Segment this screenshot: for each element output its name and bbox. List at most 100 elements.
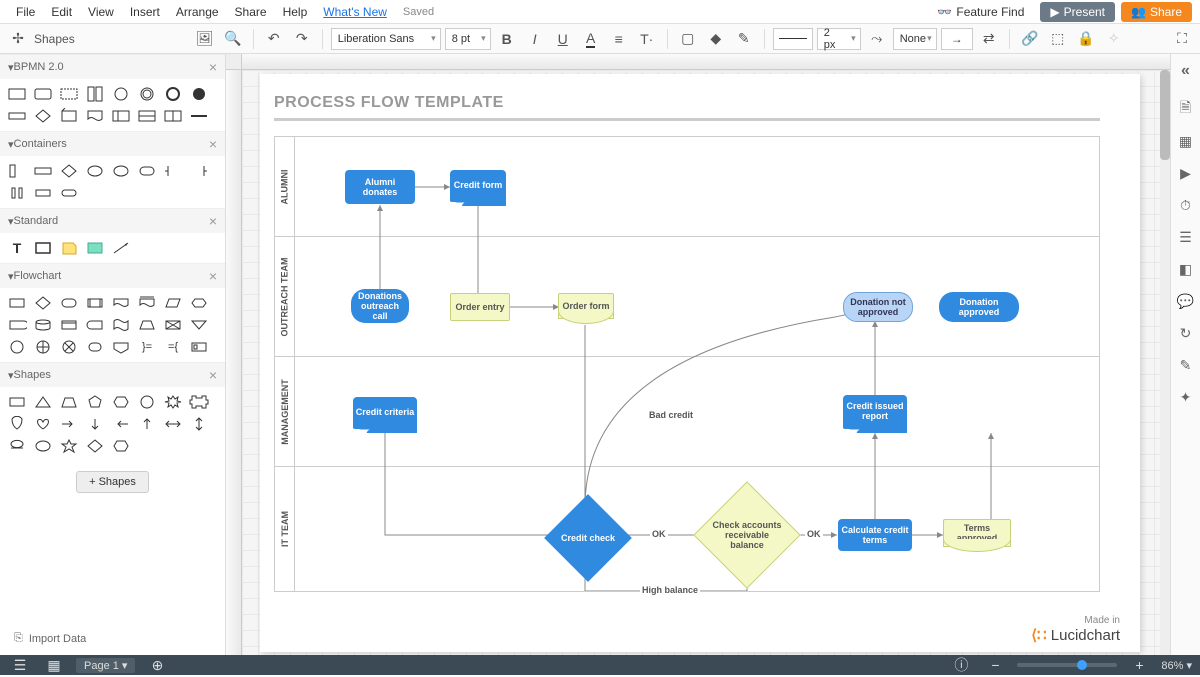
zoom-thumb[interactable]	[1077, 660, 1087, 670]
shape-item[interactable]	[84, 162, 106, 180]
shape-item[interactable]	[6, 393, 28, 411]
text-color-button[interactable]: A	[579, 27, 603, 51]
shape-item[interactable]	[6, 107, 28, 125]
shape-item[interactable]	[58, 338, 80, 356]
shape-item[interactable]	[84, 316, 106, 334]
shape-item[interactable]	[110, 316, 132, 334]
shape-item[interactable]	[6, 162, 28, 180]
close-icon[interactable]: ×	[209, 59, 217, 75]
shape-item[interactable]	[84, 437, 106, 455]
shape-item[interactable]	[188, 415, 210, 433]
shape-item[interactable]	[188, 393, 210, 411]
close-icon[interactable]: ×	[209, 213, 217, 229]
shape-item[interactable]	[162, 107, 184, 125]
shape-item[interactable]	[110, 239, 132, 257]
shape-item[interactable]	[84, 338, 106, 356]
node-calculate-credit-terms[interactable]: Calculate credit terms	[838, 519, 912, 551]
section-shapes[interactable]: ▾ Shapes×	[0, 363, 225, 387]
add-page-icon[interactable]: ⊕	[145, 653, 169, 677]
shape-item[interactable]	[136, 393, 158, 411]
ai-icon[interactable]: ✦	[1175, 386, 1197, 408]
italic-button[interactable]: I	[523, 27, 547, 51]
menu-share[interactable]: Share	[227, 5, 275, 19]
shape-item[interactable]	[188, 338, 210, 356]
node-donation-approved[interactable]: Donation approved	[939, 292, 1019, 322]
fullscreen-button[interactable]: ⛶	[1170, 27, 1194, 51]
canvas-viewport[interactable]: PROCESS FLOW TEMPLATE ALUMNI OUTREACH TE…	[242, 70, 1160, 655]
shape-item[interactable]: }=	[136, 338, 158, 356]
shape-item[interactable]	[162, 393, 184, 411]
line-style-select[interactable]	[773, 28, 813, 50]
shape-item[interactable]	[32, 107, 54, 125]
text-options-button[interactable]: T·	[635, 27, 659, 51]
shape-item[interactable]	[188, 107, 210, 125]
shape-item[interactable]	[136, 294, 158, 312]
shape-item[interactable]	[58, 239, 80, 257]
shape-item[interactable]	[6, 415, 28, 433]
close-icon[interactable]: ×	[209, 367, 217, 383]
section-standard[interactable]: ▾ Standard×	[0, 209, 225, 233]
revision-icon[interactable]: ↻	[1175, 322, 1197, 344]
shape-item[interactable]	[32, 239, 54, 257]
shape-item[interactable]	[162, 85, 184, 103]
shape-item[interactable]	[58, 437, 80, 455]
outline-icon[interactable]: ☰	[8, 653, 32, 677]
shape-item[interactable]	[136, 162, 158, 180]
menu-whats-new[interactable]: What's New	[315, 5, 395, 19]
shape-item[interactable]	[32, 294, 54, 312]
swimlane-label[interactable]: MANAGEMENT	[275, 357, 295, 466]
menu-insert[interactable]: Insert	[122, 5, 168, 19]
shape-item[interactable]	[110, 162, 132, 180]
node-alumni-donates[interactable]: Alumni donates	[345, 170, 415, 204]
magic-button[interactable]: ✧	[1102, 27, 1126, 51]
redo-button[interactable]: ↷	[290, 27, 314, 51]
menu-help[interactable]: Help	[275, 5, 316, 19]
menu-file[interactable]: File	[8, 5, 43, 19]
underline-button[interactable]: U	[551, 27, 575, 51]
comments-panel-icon[interactable]: ▦	[1175, 130, 1197, 152]
layers-button[interactable]: ⬚	[1046, 27, 1070, 51]
diagram-title[interactable]: PROCESS FLOW TEMPLATE	[274, 94, 504, 112]
font-family-select[interactable]: Liberation Sans	[331, 28, 441, 50]
node-order-entry[interactable]: Order entry	[450, 293, 510, 321]
swap-ends-button[interactable]: ⇄	[977, 27, 1001, 51]
shape-item[interactable]	[32, 338, 54, 356]
zoom-in-icon[interactable]: +	[1127, 653, 1151, 677]
zoom-level[interactable]: 86% ▾	[1161, 659, 1192, 672]
diagram-page[interactable]: PROCESS FLOW TEMPLATE ALUMNI OUTREACH TE…	[260, 74, 1140, 652]
fill-color-button[interactable]: ◆	[704, 27, 728, 51]
shape-item[interactable]	[84, 393, 106, 411]
lock-button[interactable]: 🔒	[1074, 27, 1098, 51]
shape-item[interactable]	[188, 294, 210, 312]
edge-label-ok2[interactable]: OK	[805, 529, 823, 539]
section-containers[interactable]: ▾ Containers×	[0, 132, 225, 156]
section-flowchart[interactable]: ▾ Flowchart×	[0, 264, 225, 288]
shape-item[interactable]	[136, 316, 158, 334]
node-donations-outreach-call[interactable]: Donations outreach call	[351, 289, 409, 323]
import-data-button[interactable]: ⎘ Import Data	[8, 626, 92, 651]
shape-item[interactable]	[32, 316, 54, 334]
data-icon[interactable]: ◧	[1175, 258, 1197, 280]
line-route-button[interactable]: ⤳	[865, 27, 889, 51]
shape-item[interactable]	[58, 184, 80, 202]
shape-item[interactable]	[188, 162, 210, 180]
shape-item[interactable]	[188, 85, 210, 103]
scrollbar-thumb[interactable]	[1160, 70, 1170, 160]
shape-item[interactable]	[6, 294, 28, 312]
page-tab[interactable]: Page 1 ▾	[76, 658, 135, 673]
link-button[interactable]: 🔗	[1018, 27, 1042, 51]
close-icon[interactable]: ×	[209, 136, 217, 152]
shape-item[interactable]	[6, 316, 28, 334]
shape-item[interactable]	[136, 107, 158, 125]
shape-item[interactable]	[58, 162, 80, 180]
zoom-out-icon[interactable]: −	[983, 653, 1007, 677]
shape-item[interactable]: T	[6, 239, 28, 257]
search-icon[interactable]: 🔍	[221, 27, 245, 51]
feature-find-button[interactable]: 👓 Feature Find	[927, 5, 1034, 19]
shape-item[interactable]	[84, 415, 106, 433]
edge-label-ok1[interactable]: OK	[650, 529, 668, 539]
line-start-select[interactable]: None	[893, 28, 937, 50]
layers-icon[interactable]: ☰	[1175, 226, 1197, 248]
shape-item[interactable]: ={	[162, 338, 184, 356]
shape-item[interactable]	[162, 294, 184, 312]
